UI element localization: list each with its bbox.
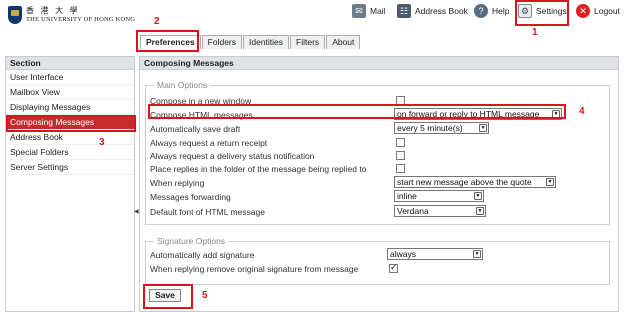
- settings-main-panel: Composing Messages Main Options Compose …: [139, 56, 619, 312]
- place-replies-checkbox[interactable]: [396, 164, 405, 173]
- main-options-legend: Main Options: [154, 80, 211, 90]
- main-heading: Composing Messages: [140, 57, 618, 70]
- option-label-default-font: Default font of HTML message: [150, 207, 265, 217]
- signature-options-legend: Signature Options: [154, 236, 229, 246]
- address-book-icon: ☷: [397, 4, 411, 18]
- default-font-value: Verdana: [397, 206, 429, 216]
- option-label-messages-forwarding: Messages forwarding: [150, 192, 231, 202]
- sidebar-heading: Section: [6, 57, 134, 70]
- messages-forwarding-select[interactable]: inline ▼: [394, 190, 484, 202]
- annotation-box-settings: [515, 0, 569, 26]
- auto-signature-value: always: [390, 249, 416, 259]
- when-replying-value: start new message above the quote: [397, 177, 532, 187]
- sidebar-item-mailbox-view[interactable]: Mailbox View: [6, 85, 134, 100]
- option-label-auto-signature: Automatically add signature: [150, 250, 255, 260]
- annotation-number-2: 2: [154, 16, 160, 27]
- nav-logout-label: Logout: [594, 6, 620, 16]
- annotation-box-save: [143, 284, 193, 309]
- when-replying-select[interactable]: start new message above the quote ▼: [394, 176, 556, 188]
- sidebar-item-special-folders[interactable]: Special Folders: [6, 145, 134, 160]
- chevron-down-icon: ▼: [546, 178, 554, 186]
- annotation-box-preferences: [136, 30, 199, 52]
- sidebar-item-displaying-messages[interactable]: Displaying Messages: [6, 100, 134, 115]
- auto-signature-select[interactable]: always ▼: [387, 248, 483, 260]
- tab-folders[interactable]: Folders: [201, 35, 243, 49]
- nav-help[interactable]: ? Help: [474, 4, 509, 18]
- tab-filters[interactable]: Filters: [290, 35, 326, 49]
- annotation-box-composing: [6, 115, 136, 132]
- annotation-number-4: 4: [579, 106, 585, 117]
- tab-identities[interactable]: Identities: [243, 35, 290, 49]
- remove-signature-checkbox[interactable]: [389, 262, 398, 273]
- logout-icon: ✕: [576, 4, 590, 18]
- annotation-number-1: 1: [532, 27, 538, 38]
- section-sidebar: Section User Interface Mailbox View Disp…: [5, 56, 135, 312]
- option-label-autosave-draft: Automatically save draft: [150, 124, 241, 134]
- option-label-return-receipt: Always request a return receipt: [150, 138, 268, 148]
- nav-help-label: Help: [492, 6, 510, 16]
- return-receipt-checkbox[interactable]: [396, 138, 405, 147]
- chevron-down-icon: ▼: [474, 192, 482, 200]
- delivery-status-checkbox[interactable]: [396, 151, 405, 160]
- crest-icon: [8, 6, 22, 24]
- logo-chinese-name: 香 港 大 學: [26, 6, 80, 15]
- chevron-down-icon: ▼: [473, 250, 481, 258]
- annotation-number-5: 5: [202, 290, 208, 301]
- nav-address-book[interactable]: ☷ Address Book: [397, 4, 468, 18]
- autosave-draft-value: every 5 minute(s): [397, 123, 463, 133]
- option-label-delivery-status: Always request a delivery status notific…: [150, 151, 315, 161]
- panel-splitter-handle[interactable]: ◀: [134, 208, 139, 215]
- option-label-place-replies: Place replies in the folder of the messa…: [150, 164, 367, 174]
- nav-mail[interactable]: ✉ Mail: [352, 4, 386, 18]
- help-icon: ?: [474, 4, 488, 18]
- nav-mail-label: Mail: [370, 6, 386, 16]
- default-font-select[interactable]: Verdana ▼: [394, 205, 486, 217]
- nav-address-book-label: Address Book: [415, 6, 468, 16]
- messages-forwarding-value: inline: [397, 191, 417, 201]
- chevron-down-icon: ▼: [479, 124, 487, 132]
- logo-english-name: THE UNIVERSITY OF HONG KONG: [26, 16, 136, 23]
- option-label-remove-signature: When replying remove original signature …: [150, 264, 359, 274]
- tab-about[interactable]: About: [326, 35, 361, 49]
- sidebar-item-address-book[interactable]: Address Book: [6, 130, 134, 145]
- chevron-down-icon: ▼: [476, 207, 484, 215]
- sidebar-item-user-interface[interactable]: User Interface: [6, 70, 134, 85]
- autosave-draft-select[interactable]: every 5 minute(s) ▼: [394, 122, 489, 134]
- mail-icon: ✉: [352, 4, 366, 18]
- university-logo: 香 港 大 學 THE UNIVERSITY OF HONG KONG: [8, 6, 135, 24]
- nav-logout[interactable]: ✕ Logout: [576, 4, 620, 18]
- annotation-number-3: 3: [99, 137, 105, 148]
- annotation-box-compose-html: [148, 104, 566, 119]
- sidebar-item-server-settings[interactable]: Server Settings: [6, 160, 134, 175]
- option-label-when-replying: When replying: [150, 178, 205, 188]
